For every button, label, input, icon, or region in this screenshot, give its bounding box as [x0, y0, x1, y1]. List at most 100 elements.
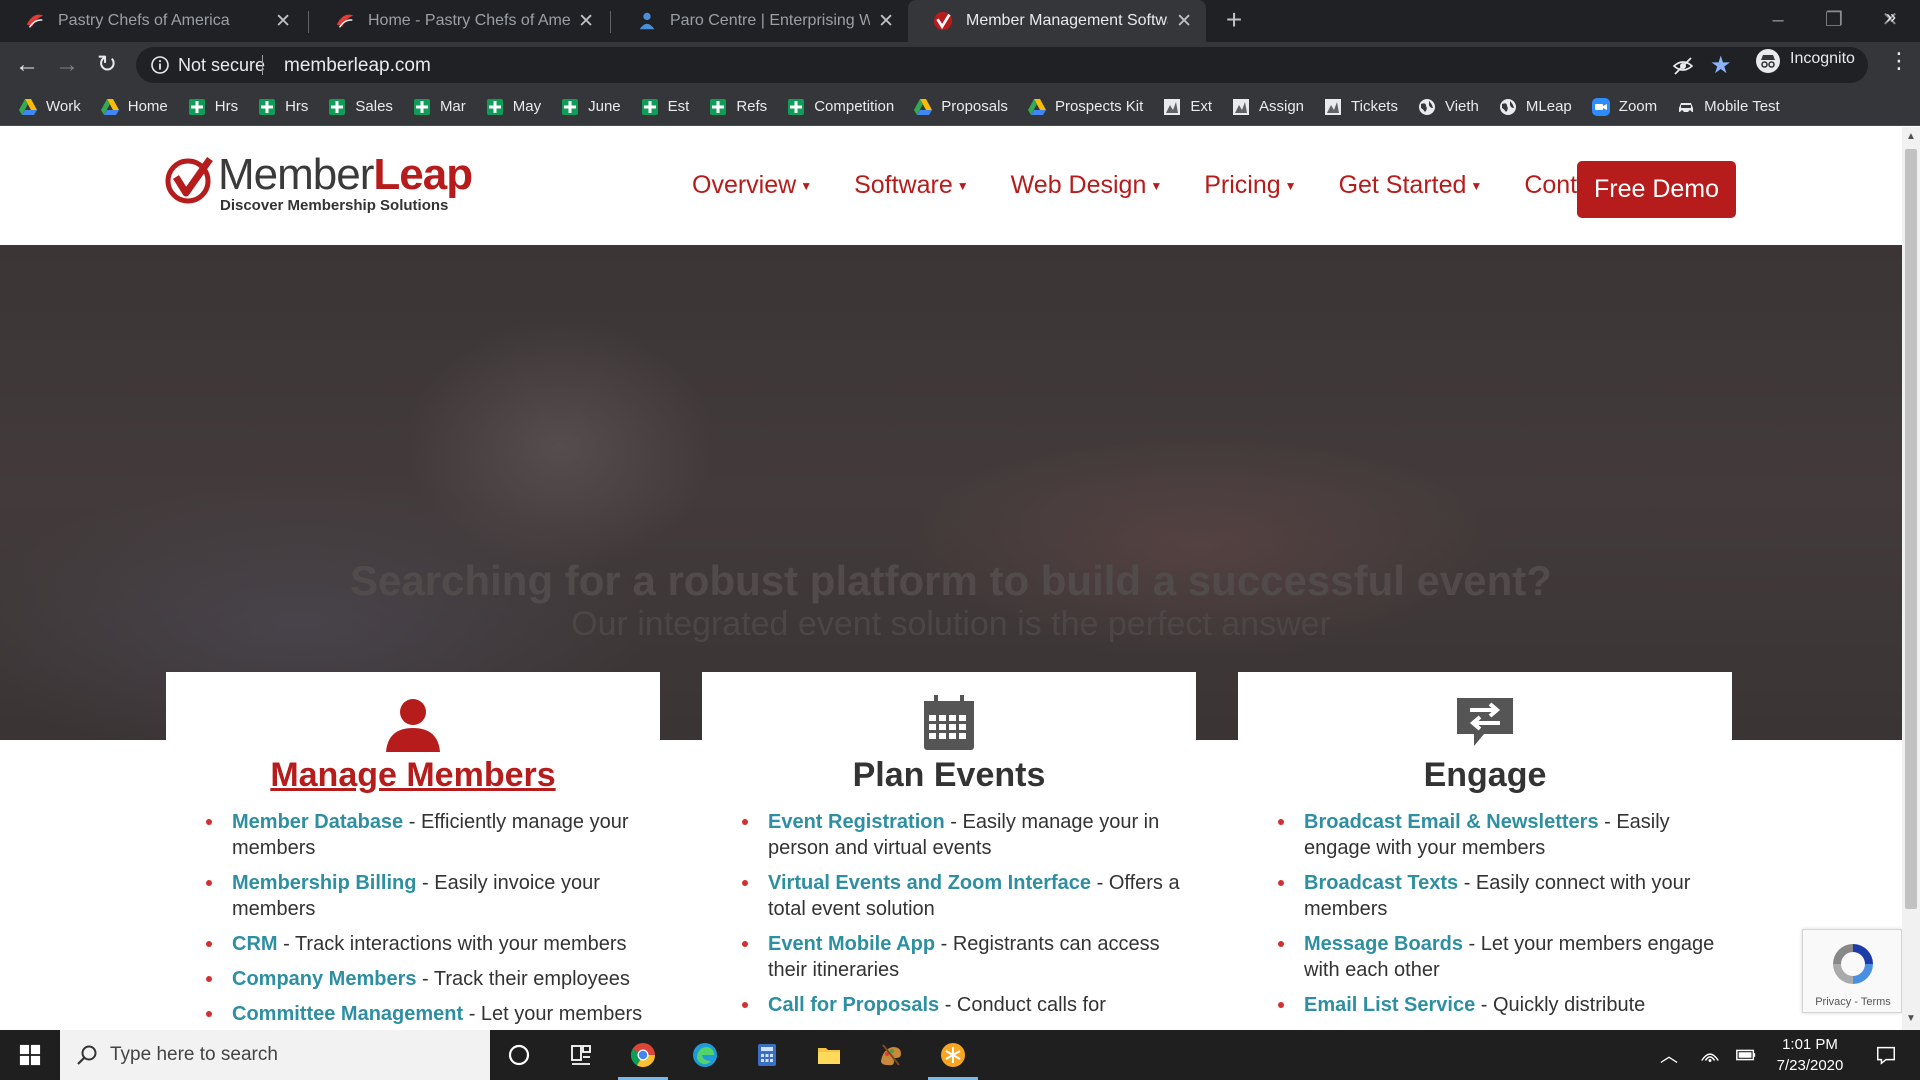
bookmark-item[interactable]: Sales: [327, 97, 393, 117]
bookmark-item[interactable]: Mar: [412, 97, 466, 117]
page-scrollbar[interactable]: ▲ ▼: [1902, 127, 1920, 1030]
bookmark-item[interactable]: Home: [100, 97, 168, 117]
feature-link[interactable]: Committee Management: [232, 1003, 463, 1025]
bookmark-item[interactable]: Competition: [786, 97, 894, 117]
feature-link[interactable]: Virtual Events and Zoom Interface: [768, 872, 1091, 894]
taskbar-snip-app[interactable]: [922, 1030, 984, 1080]
memberleap-logo-check-icon[interactable]: [164, 153, 216, 205]
bookmark-item[interactable]: Assign: [1231, 97, 1304, 117]
show-hidden-icons-chevron-icon[interactable]: ︿: [1654, 1030, 1684, 1080]
feature-link[interactable]: Broadcast Email & Newsletters: [1304, 811, 1599, 833]
nav-pricing[interactable]: Pricing ▼: [1204, 171, 1296, 200]
scroll-down-arrow-icon[interactable]: ▼: [1905, 1013, 1917, 1025]
recaptcha-badge[interactable]: Privacy - Terms: [1802, 929, 1902, 1013]
bookmark-item[interactable]: Refs: [708, 97, 767, 117]
scroll-up-arrow-icon[interactable]: ▲: [1905, 131, 1917, 143]
bookmark-item[interactable]: Proposals: [913, 97, 1008, 117]
logo-word-leap: Leap: [373, 150, 473, 199]
nav-software[interactable]: Software ▼: [854, 171, 969, 200]
logo-word-member: Member: [218, 150, 374, 199]
feature-link[interactable]: Membership Billing: [232, 872, 416, 894]
feature-link[interactable]: Call for Proposals: [768, 994, 939, 1016]
taskbar-edge[interactable]: [674, 1030, 736, 1080]
close-tab-icon[interactable]: ✕: [578, 12, 594, 31]
action-center-notification-icon[interactable]: [1866, 1030, 1906, 1080]
url-text[interactable]: memberleap.com: [284, 55, 431, 77]
feature-link[interactable]: Broadcast Texts: [1304, 872, 1458, 894]
bookmark-item[interactable]: MLeap: [1498, 97, 1572, 117]
browser-tab[interactable]: Pastry Chefs of America ✕: [0, 0, 305, 42]
task-view-button[interactable]: [550, 1030, 612, 1080]
taskbar-file-explorer[interactable]: [798, 1030, 860, 1080]
close-tab-icon[interactable]: ✕: [878, 12, 894, 31]
nav-get-started[interactable]: Get Started ▼: [1339, 171, 1483, 200]
browser-tab-active[interactable]: Member Management Software ✕: [908, 0, 1206, 42]
bookmark-item[interactable]: Mobile Test: [1676, 97, 1780, 117]
bookmark-item[interactable]: Zoom: [1591, 97, 1657, 117]
browser-menu-icon[interactable]: ⋮: [1888, 48, 1910, 74]
security-status[interactable]: Not secure: [178, 55, 265, 76]
browser-tab[interactable]: Home - Pastry Chefs of America ✕: [310, 0, 608, 42]
feature-link[interactable]: Event Mobile App: [768, 933, 935, 955]
taskbar-clock[interactable]: 1:01 PM 7/23/2020: [1756, 1034, 1864, 1076]
wifi-icon[interactable]: [1694, 1030, 1726, 1080]
bookmark-item[interactable]: Prospects Kit: [1027, 97, 1143, 117]
form-icon: [1162, 97, 1190, 117]
bookmark-item[interactable]: Work: [18, 97, 81, 117]
taskbar-search-box[interactable]: Type here to search: [60, 1030, 490, 1080]
paint-palette-icon: [881, 1044, 901, 1066]
drive-icon: [100, 97, 128, 117]
feature-link[interactable]: CRM: [232, 933, 278, 955]
scrollbar-thumb[interactable]: [1905, 149, 1917, 909]
feature-link[interactable]: Message Boards: [1304, 933, 1463, 955]
logo-wordmark[interactable]: MemberLeap: [218, 150, 473, 199]
bookmark-item[interactable]: Hrs: [187, 97, 238, 117]
bookmarks-overflow-icon[interactable]: »: [1886, 7, 1896, 28]
incognito-icon[interactable]: [1756, 49, 1780, 73]
taskbar-paint-app[interactable]: [860, 1030, 922, 1080]
incognito-label[interactable]: Incognito: [1790, 50, 1855, 68]
close-tab-icon[interactable]: ✕: [275, 12, 291, 31]
forward-arrow-icon[interactable]: →: [52, 50, 82, 80]
bookmark-item[interactable]: Hrs: [257, 97, 308, 117]
back-arrow-icon[interactable]: ←: [12, 50, 42, 80]
sheets-icon: [560, 97, 588, 117]
bookmark-item[interactable]: May: [485, 97, 541, 117]
new-tab-plus-icon[interactable]: +: [1220, 6, 1248, 34]
bookmark-item[interactable]: Ext: [1162, 97, 1212, 117]
card-title-link[interactable]: Manage Members: [166, 756, 660, 795]
nav-overview[interactable]: Overview ▼: [692, 171, 812, 200]
feature-link[interactable]: Member Database: [232, 811, 403, 833]
feature-description: - Track interactions with your members: [277, 933, 627, 955]
free-demo-button[interactable]: Free Demo: [1577, 161, 1736, 218]
start-button[interactable]: [0, 1030, 60, 1080]
bookmark-item[interactable]: Tickets: [1323, 97, 1398, 117]
nav-web-design[interactable]: Web Design ▼: [1011, 171, 1163, 200]
globe-icon: [1417, 97, 1445, 117]
info-icon[interactable]: [150, 55, 170, 75]
feature-link[interactable]: Event Registration: [768, 811, 945, 833]
bookmark-item[interactable]: Vieth: [1417, 97, 1479, 117]
nav-label: Pricing: [1204, 171, 1281, 199]
taskbar-calculator[interactable]: [736, 1030, 798, 1080]
cortana-button[interactable]: [488, 1030, 550, 1080]
bookmark-item[interactable]: Est: [640, 97, 689, 117]
caret-down-icon: ▼: [1470, 178, 1483, 193]
tab-title: Paro Centre | Enterprising Women: [670, 12, 871, 29]
calendar-icon: [924, 695, 974, 750]
feature-link[interactable]: Company Members: [232, 968, 417, 990]
reload-icon[interactable]: ↻: [92, 50, 122, 80]
address-bar[interactable]: Not secure memberleap.com ★: [136, 47, 1868, 83]
feature-description: - Quickly distribute: [1475, 994, 1646, 1016]
taskbar-chrome[interactable]: [612, 1030, 674, 1080]
battery-glyph: [1736, 1049, 1756, 1061]
close-tab-icon[interactable]: ✕: [1176, 12, 1192, 31]
feature-link[interactable]: Email List Service: [1304, 994, 1475, 1016]
minimize-window-icon[interactable]: –: [1758, 6, 1798, 34]
tracking-blocked-eye-icon[interactable]: [1672, 55, 1694, 77]
recaptcha-privacy-terms[interactable]: Privacy - Terms: [1803, 996, 1903, 1008]
bookmark-item[interactable]: June: [560, 97, 621, 117]
browser-tab[interactable]: Paro Centre | Enterprising Women ✕: [612, 0, 908, 42]
bookmark-star-icon[interactable]: ★: [1710, 51, 1732, 80]
restore-window-icon[interactable]: ❐: [1814, 6, 1854, 34]
